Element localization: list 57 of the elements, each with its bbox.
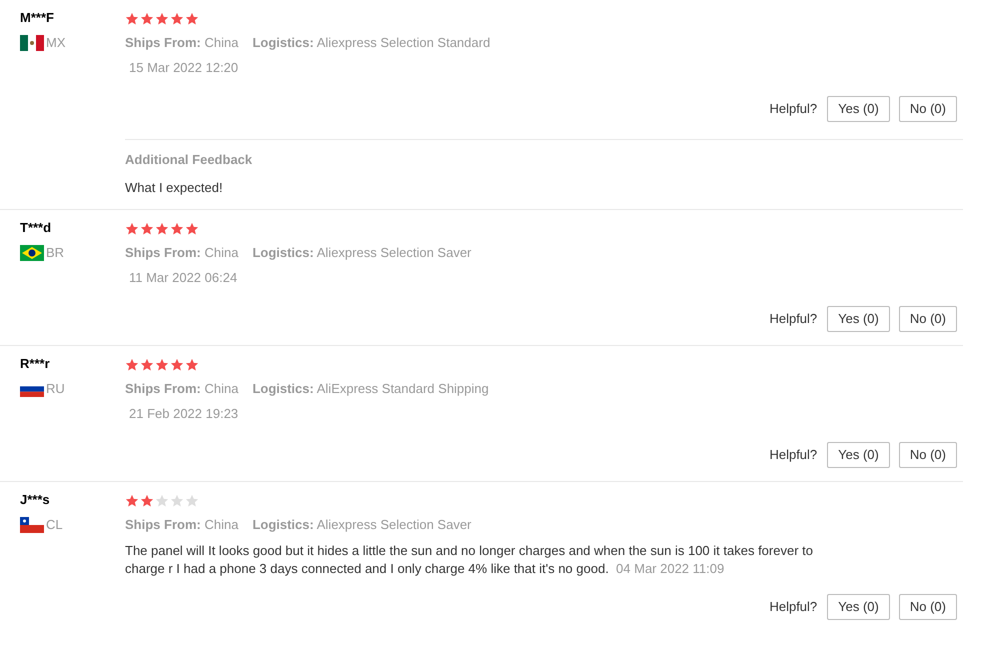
logistics-text: Logistics: Aliexpress Selection Saver — [252, 245, 472, 261]
logistics-text: Logistics: Aliexpress Selection Standard — [252, 35, 490, 51]
reviewer-name: R***r — [20, 356, 51, 372]
star-icon — [140, 358, 154, 372]
ships-from-text: Ships From: China — [125, 381, 238, 397]
helpful-label: Helpful? — [769, 598, 818, 616]
yes-button[interactable]: Yes (0) — [827, 306, 890, 332]
helpful-label: Helpful? — [769, 310, 818, 328]
star-icon — [185, 12, 199, 26]
no-button[interactable]: No (0) — [898, 96, 957, 122]
star-icon — [140, 494, 154, 508]
yes-button[interactable]: Yes (0) — [827, 442, 890, 468]
country-code: MX — [46, 35, 66, 51]
star-icon — [155, 12, 169, 26]
reviewer-name: M***F — [20, 10, 55, 26]
star-icon — [140, 222, 154, 236]
star-icon — [170, 12, 184, 26]
star-icon — [155, 494, 169, 508]
star-icon — [125, 12, 139, 26]
flag-icon — [20, 517, 44, 533]
star-icon — [185, 358, 199, 372]
no-button[interactable]: No (0) — [898, 442, 957, 468]
star-icon — [170, 358, 184, 372]
country-code: RU — [46, 381, 65, 397]
star-icon — [185, 494, 199, 508]
flag-icon — [20, 245, 44, 261]
review-text: The panel will It looks good but it hides a little the sun and no longer charges and when the sun is 100 it takes forever to charge r I had a phone 3 days connected and I only charge 4% like that it's no good. 04 Mar 2022 11:09 — [125, 542, 814, 578]
star-icon — [155, 222, 169, 236]
yes-button[interactable]: Yes (0) — [827, 96, 890, 122]
logistics-text: Logistics: AliExpress Standard Shipping — [252, 381, 489, 397]
no-button[interactable]: No (0) — [898, 306, 957, 332]
review-date: 11 Mar 2022 06:24 — [129, 270, 238, 286]
flag-icon — [20, 35, 44, 51]
additional-feedback-text: What I expected! — [125, 180, 224, 196]
reviewer-name: T***d — [20, 220, 52, 236]
star-icon — [125, 222, 139, 236]
star-icon — [170, 222, 184, 236]
country-code: CL — [46, 517, 63, 533]
yes-button[interactable]: Yes (0) — [827, 594, 890, 620]
ships-from-text: Ships From: China — [125, 35, 238, 51]
logistics-text: Logistics: Aliexpress Selection Saver — [252, 517, 472, 533]
star-icon — [155, 358, 169, 372]
no-button[interactable]: No (0) — [898, 594, 957, 620]
star-icon — [125, 494, 139, 508]
review-date: 15 Mar 2022 12:20 — [129, 60, 238, 76]
country-code: BR — [46, 245, 64, 261]
helpful-label: Helpful? — [769, 446, 818, 464]
ships-from-text: Ships From: China — [125, 245, 238, 261]
review-date: 21 Feb 2022 19:23 — [129, 406, 238, 422]
helpful-label: Helpful? — [769, 100, 818, 118]
reviewer-name: J***s — [20, 492, 51, 508]
star-icon — [140, 12, 154, 26]
star-icon — [185, 222, 199, 236]
star-icon — [170, 494, 184, 508]
additional-feedback-title: Additional Feedback — [125, 152, 254, 168]
ships-from-text: Ships From: China — [125, 517, 238, 533]
star-icon — [125, 358, 139, 372]
